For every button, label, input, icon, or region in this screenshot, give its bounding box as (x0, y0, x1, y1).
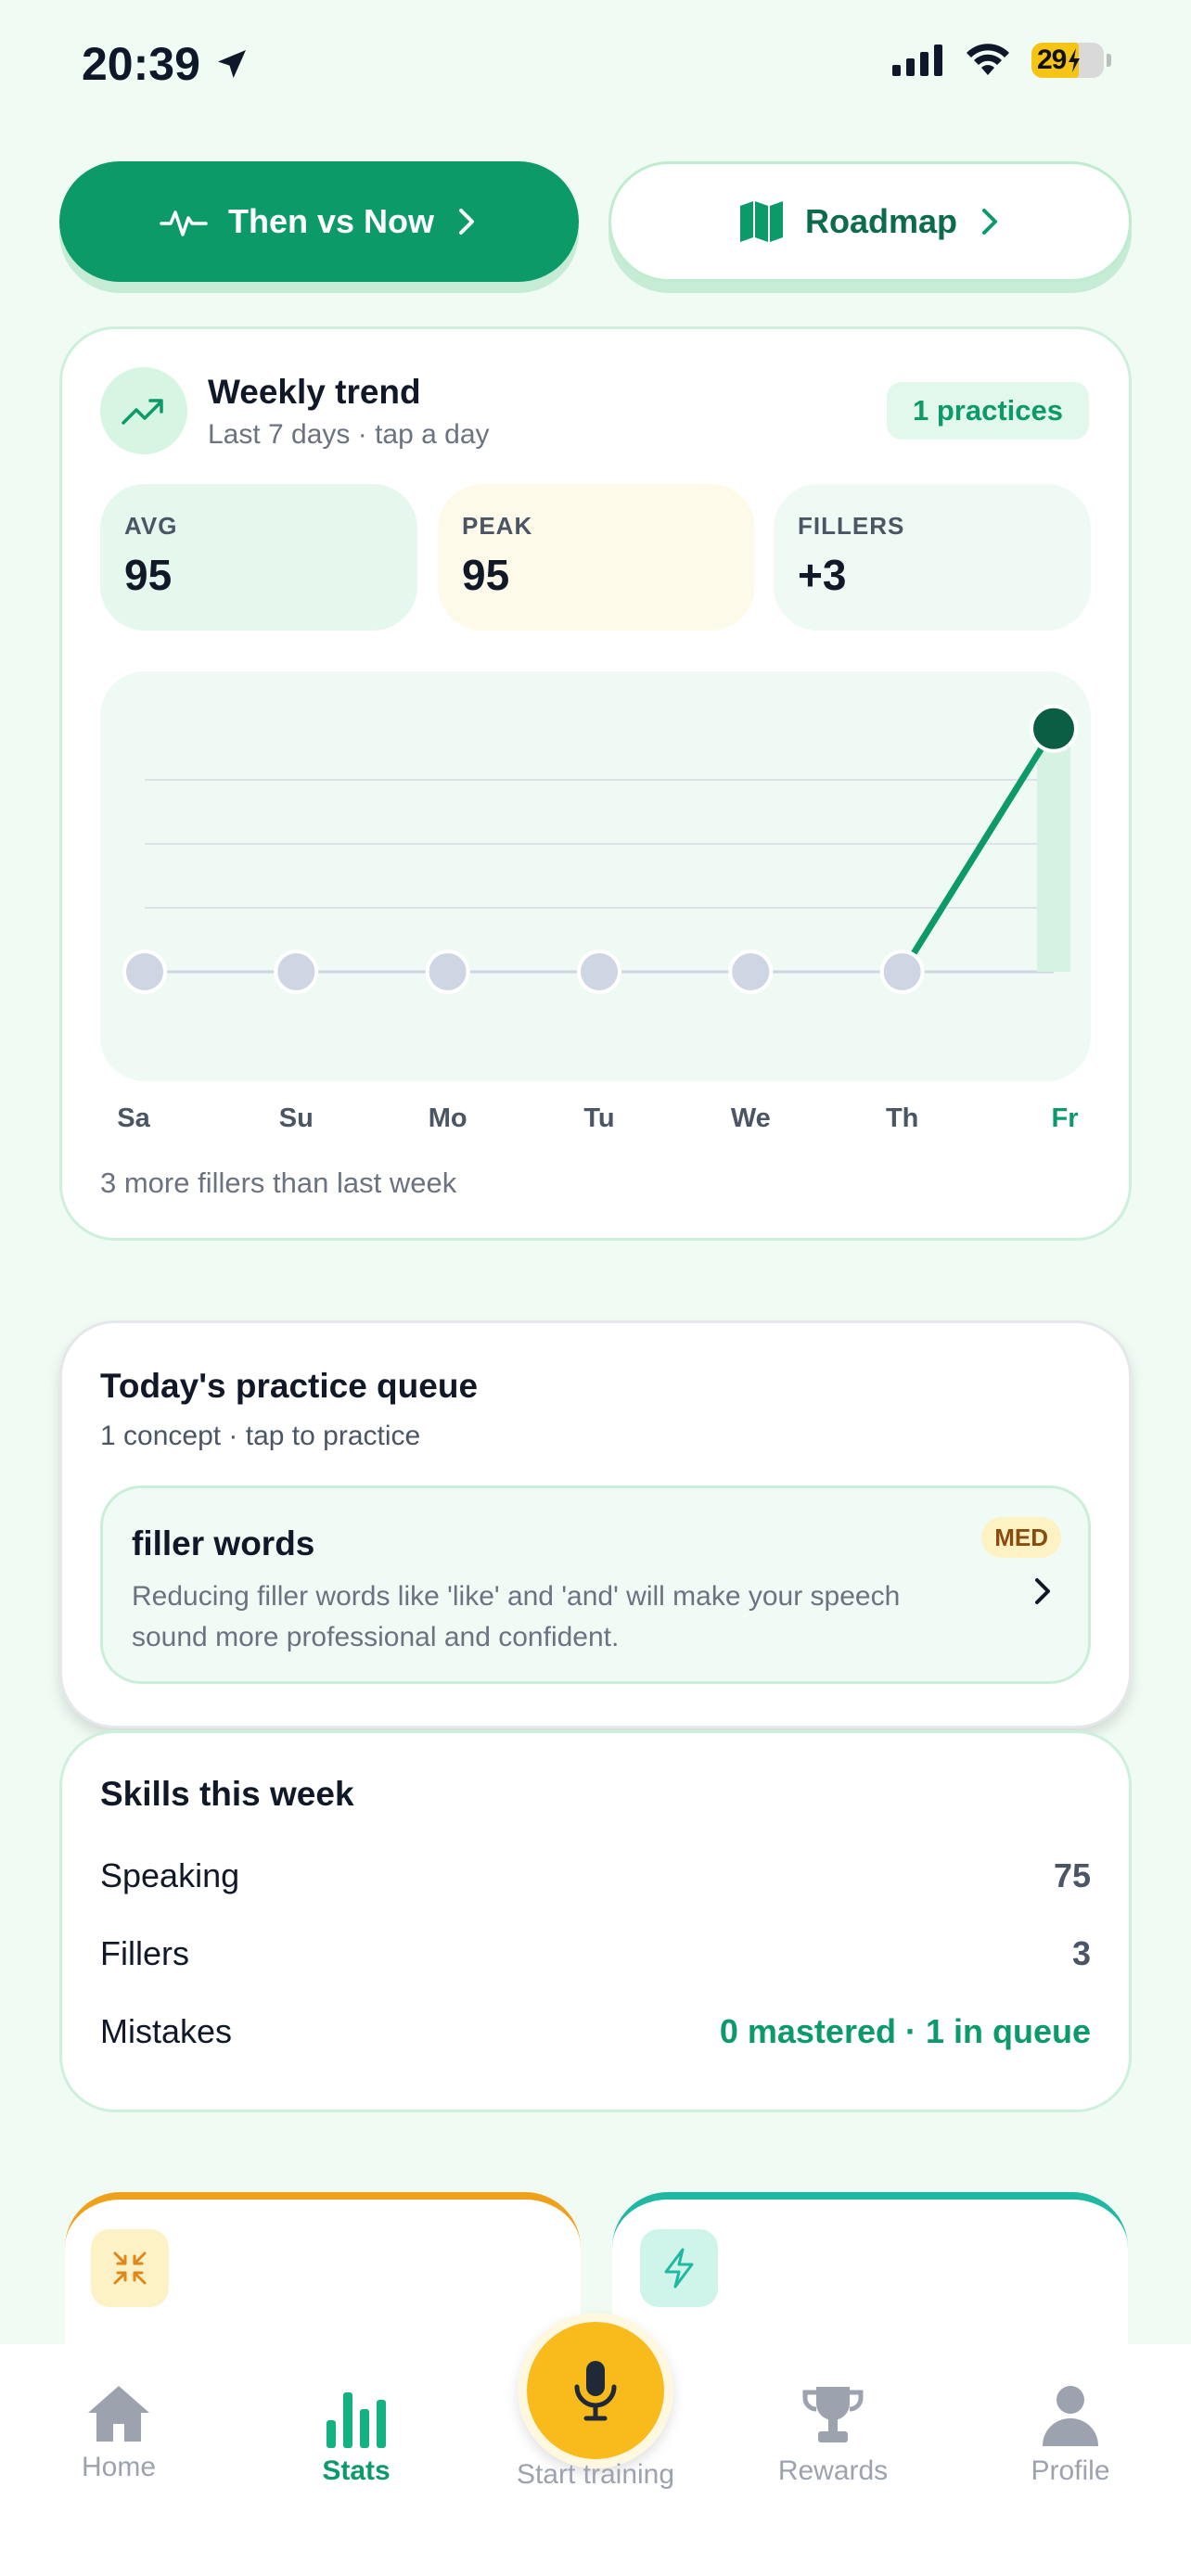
weekly-trend-title: Weekly trend (208, 373, 421, 411)
nav-stats[interactable]: Stats (263, 2383, 449, 2487)
nav-label: Home (81, 2452, 157, 2482)
data-point-mo[interactable] (425, 950, 470, 994)
then-vs-now-label: Then vs Now (227, 202, 435, 240)
day-label-mo[interactable]: Mo (411, 1103, 485, 1134)
home-icon (88, 2386, 149, 2442)
series-line-segment (899, 725, 1057, 976)
day-label-we[interactable]: We (713, 1103, 788, 1134)
lightning-icon (640, 2229, 718, 2307)
day-label-sa[interactable]: Sa (96, 1103, 171, 1134)
wifi-icon (967, 44, 1009, 75)
battery-icon: 29 (1031, 43, 1104, 78)
map-icon (739, 201, 783, 242)
day-label-th[interactable]: Th (865, 1103, 940, 1134)
active-day-highlight (1037, 728, 1070, 972)
skill-value: 3 (1071, 1934, 1091, 1972)
difficulty-badge: MED (981, 1517, 1061, 1558)
data-point-th[interactable] (879, 950, 925, 994)
weekly-trend-subtitle: Last 7 days · tap a day (208, 419, 490, 450)
nav-home[interactable]: Home (26, 2383, 211, 2483)
start-training-label: Start training (516, 2459, 675, 2490)
skill-value: 0 mastered · 1 in queue (719, 2012, 1091, 2050)
trophy-icon (802, 2387, 864, 2442)
concept-description: Reducing filler words like 'like' and 'a… (132, 1581, 901, 1652)
skill-name: Mistakes (100, 2012, 233, 2050)
trending-up-icon (100, 367, 187, 454)
skill-row-speaking: Speaking 75 (100, 1856, 1091, 1895)
status-indicators: 29 (892, 43, 1111, 78)
bar-chart-icon (327, 2392, 386, 2448)
data-point-tu[interactable] (577, 950, 621, 994)
skills-title: Skills this week (100, 1775, 354, 1813)
nav-profile[interactable]: Profile (978, 2383, 1163, 2487)
skill-name: Fillers (100, 1934, 189, 1972)
nav-rewards[interactable]: Rewards (740, 2383, 926, 2487)
microphone-icon (574, 2361, 617, 2421)
weekly-trend-footer: 3 more fillers than last week (100, 1167, 457, 1199)
skill-row-mistakes: Mistakes 0 mastered · 1 in queue (100, 2012, 1091, 2051)
peak-value: 95 (462, 551, 510, 599)
data-point-sa[interactable] (122, 950, 167, 994)
fillers-label: FILLERS (798, 512, 905, 540)
nav-label: Profile (1031, 2455, 1110, 2486)
chevron-right-icon[interactable] (1031, 1573, 1056, 1610)
avg-value: 95 (124, 551, 173, 599)
skill-row-fillers: Fillers 3 (100, 1934, 1091, 1973)
nav-label: Stats (322, 2455, 391, 2486)
then-vs-now-button[interactable]: Then vs Now (59, 161, 579, 282)
fillers-value: +3 (798, 551, 847, 599)
data-point-we[interactable] (728, 950, 774, 994)
practice-queue-subtitle: 1 concept · tap to practice (100, 1421, 421, 1451)
nav-label: Rewards (777, 2455, 889, 2486)
chevron-right-icon (982, 209, 998, 235)
location-arrow-icon (217, 50, 246, 78)
start-training-button[interactable] (518, 2313, 673, 2468)
day-label-fr[interactable]: Fr (1028, 1103, 1102, 1134)
avg-label: AVG (124, 512, 178, 540)
avg-stat: AVG 95 (100, 484, 417, 631)
skill-value: 75 (1053, 1856, 1091, 1894)
shrink-arrows-icon (91, 2229, 169, 2307)
roadmap-button[interactable]: Roadmap (608, 161, 1132, 282)
chevron-right-icon (459, 209, 475, 235)
day-label-su[interactable]: Su (259, 1103, 333, 1134)
peak-label: PEAK (462, 512, 533, 540)
concept-name: filler words (132, 1524, 315, 1562)
day-label-tu[interactable]: Tu (562, 1103, 636, 1134)
fillers-stat: FILLERS +3 (774, 484, 1091, 631)
roadmap-label: Roadmap (804, 202, 958, 240)
cellular-signal-icon (892, 45, 942, 76)
practice-queue-title: Today's practice queue (100, 1367, 479, 1405)
skill-name: Speaking (100, 1856, 240, 1894)
battery-level: 29 (1037, 45, 1067, 75)
pulse-icon (160, 210, 208, 236)
person-icon (1043, 2386, 1098, 2446)
weekly-trend-chart (122, 704, 1078, 994)
data-point-fr[interactable] (1030, 704, 1078, 753)
data-point-su[interactable] (274, 950, 319, 994)
time-text: 20:39 (82, 38, 200, 90)
status-time: 20:39 (82, 37, 250, 91)
practices-count-badge: 1 practices (887, 382, 1089, 440)
peak-stat: PEAK 95 (438, 484, 755, 631)
